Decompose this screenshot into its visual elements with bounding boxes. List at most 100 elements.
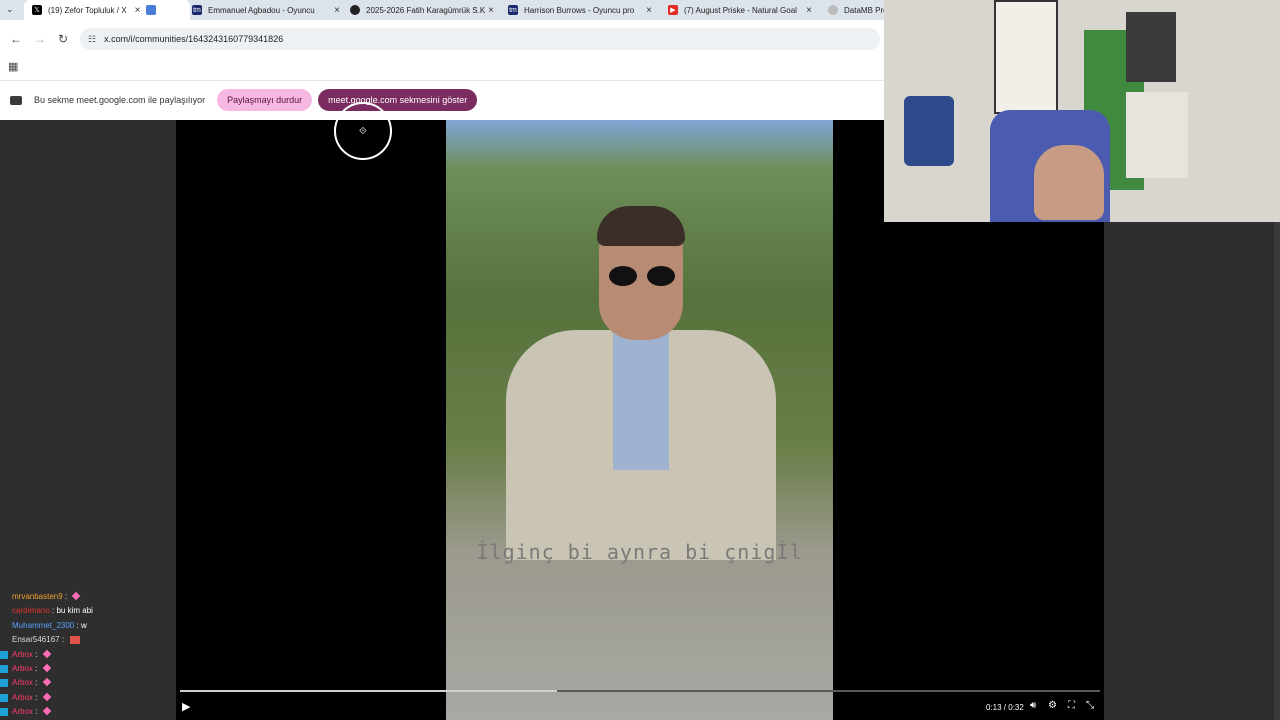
cursor-highlight: ⟐ xyxy=(334,102,392,160)
meet-tab-icon xyxy=(146,5,156,15)
webcam-overlay xyxy=(884,0,1280,222)
hair-shape xyxy=(597,206,685,246)
video-person xyxy=(506,206,776,560)
chat-message: Muhammet_2300 : w xyxy=(0,619,176,633)
chat-separator: : xyxy=(32,678,40,688)
chat-message: cardenano : bu kim abi xyxy=(0,604,176,618)
forward-icon[interactable]: → xyxy=(34,32,46,46)
close-tab-icon[interactable]: × xyxy=(135,5,147,16)
wall-board xyxy=(994,0,1058,114)
chat-username[interactable]: Ensar546167 xyxy=(12,635,60,644)
cursor-icon: ⟐ xyxy=(359,125,367,137)
chat-username[interactable]: Muhammet_2300 xyxy=(12,621,74,630)
settings-icon[interactable]: ⚙ xyxy=(1048,700,1057,711)
stream-chat: mrvanbasten9 : cardenano : bu kim abi Muh… xyxy=(0,590,176,720)
right-edge-panel xyxy=(1274,222,1280,720)
tab-meet[interactable] xyxy=(146,0,182,20)
transfermarkt-icon: tm xyxy=(508,5,518,15)
address-bar-row: ← → ↻ ☷ x.com/i/communities/164324316077… xyxy=(0,26,884,52)
streamer-shape xyxy=(1034,145,1104,220)
chat-username[interactable]: Arbox xyxy=(12,664,33,673)
jersey-frame xyxy=(1126,92,1188,178)
chat-message: Arbox : xyxy=(0,705,176,719)
heart-emote-icon xyxy=(42,678,51,687)
subscriber-badge-icon xyxy=(0,708,8,717)
tab-label: (7) August Priske - Natural Goal xyxy=(684,5,797,15)
tab-fatih-karagumruk[interactable]: 2025-2026 Fatih Karagümrük S.K × xyxy=(346,0,500,20)
exit-fullscreen-icon[interactable]: ⤡ xyxy=(1086,700,1094,711)
chat-username[interactable]: cardenano xyxy=(12,606,50,615)
youtube-icon: ▶ xyxy=(668,5,678,15)
show-meet-tab-button[interactable]: meet.google.com sekmesini göster xyxy=(318,89,478,111)
progress-fill xyxy=(180,690,558,692)
subscriber-badge-icon xyxy=(0,664,8,673)
site-settings-icon[interactable]: ☷ xyxy=(88,34,96,45)
chat-separator: : xyxy=(32,707,40,717)
chat-separator: : xyxy=(59,635,67,645)
heart-emote-icon xyxy=(42,692,51,701)
volume-icon[interactable]: 🔊︎ xyxy=(1030,700,1036,711)
crop-icon[interactable]: ⛶ xyxy=(1068,700,1075,711)
site-icon xyxy=(350,5,360,15)
chat-username[interactable]: Arbox xyxy=(12,693,33,702)
close-tab-icon[interactable]: × xyxy=(646,5,658,16)
tab-harrison-burrows[interactable]: tm Harrison Burrows - Oyuncu pro × xyxy=(504,0,658,20)
time-display: 0:13 / 0:32 xyxy=(986,703,1024,712)
chat-separator: : xyxy=(62,592,70,601)
chat-separator: : xyxy=(32,649,40,659)
jersey-shape xyxy=(904,96,954,166)
close-tab-icon[interactable]: × xyxy=(806,5,818,16)
tab-strip: ⌄ 𝕏 (19) Zefor Topluluk / X × tm Emmanue… xyxy=(0,0,888,20)
subscriber-badge-icon xyxy=(0,679,8,688)
back-icon[interactable]: ← xyxy=(10,32,22,46)
apps-grid-icon[interactable]: ▦ xyxy=(8,60,18,73)
video-frame: İlginç bi aynra bi çnigİl xyxy=(446,120,833,720)
chat-username[interactable]: mrvanbasten9 xyxy=(12,592,63,601)
transfermarkt-icon: tm xyxy=(192,5,202,15)
shirt-shape xyxy=(613,330,669,470)
sunglasses-shape xyxy=(609,266,675,286)
tab-label: Harrison Burrows - Oyuncu pro xyxy=(524,5,635,15)
chat-separator: : xyxy=(32,663,40,673)
subscriber-badge-icon xyxy=(0,693,8,702)
stop-sharing-button[interactable]: Paylaşmayı durdur xyxy=(217,89,313,111)
tab-sharing-bar: Bu sekme meet.google.com ile paylaşılıyo… xyxy=(0,80,884,119)
heart-emote-icon xyxy=(42,663,51,673)
close-tab-icon[interactable]: × xyxy=(334,5,346,16)
heart-emote-icon xyxy=(42,706,51,716)
chat-username[interactable]: Arbox xyxy=(12,650,33,659)
tab-search-chevron-icon[interactable]: ⌄ xyxy=(6,4,14,15)
chat-text: w xyxy=(80,620,87,630)
tab-label: DataMB Pro xyxy=(844,5,888,15)
address-input[interactable]: ☷ x.com/i/communities/164324316077934182… xyxy=(80,28,880,50)
chat-message: Arbox : xyxy=(0,648,176,662)
chat-message: Arbox : xyxy=(0,691,176,705)
progress-bar[interactable] xyxy=(180,690,1100,692)
cast-icon xyxy=(10,95,22,105)
sharing-info: Bu sekme meet.google.com ile paylaşılıyo… xyxy=(10,95,205,105)
tab-emmanuel-agbadou[interactable]: tm Emmanuel Agbadou - Oyuncu × xyxy=(188,0,346,20)
tab-august-priske[interactable]: ▶ (7) August Priske - Natural Goal × xyxy=(664,0,818,20)
sharing-info-text: Bu sekme meet.google.com ile paylaşılıyo… xyxy=(34,95,206,105)
close-tab-icon[interactable]: × xyxy=(488,5,500,16)
subscriber-badge-icon xyxy=(0,650,8,659)
chat-message: mrvanbasten9 : xyxy=(0,590,176,604)
datamb-icon xyxy=(828,5,838,15)
play-icon[interactable]: ▶ xyxy=(182,700,190,713)
face-emote-icon xyxy=(70,636,81,645)
tactics-board xyxy=(1126,12,1176,82)
browser-window: ⌄ 𝕏 (19) Zefor Topluluk / X × tm Emmanue… xyxy=(0,0,888,120)
tab-label: (19) Zefor Topluluk / X xyxy=(48,5,127,15)
chat-text: bu kim abi xyxy=(56,606,93,616)
heart-emote-icon xyxy=(72,591,81,601)
tab-label: Emmanuel Agbadou - Oyuncu xyxy=(208,5,315,15)
chat-username[interactable]: Arbox xyxy=(12,707,33,716)
heart-emote-icon xyxy=(42,649,51,658)
x-logo-icon: 𝕏 xyxy=(32,5,42,15)
video-caption: İlginç bi aynra bi çnigİl xyxy=(476,540,803,564)
reload-icon[interactable]: ↻ xyxy=(58,32,68,46)
chat-separator: : xyxy=(32,692,40,702)
chat-message: Ensar546167 : xyxy=(0,633,176,647)
chat-username[interactable]: Arbox xyxy=(12,678,33,687)
tab-datamb[interactable]: DataMB Pro xyxy=(824,0,888,20)
